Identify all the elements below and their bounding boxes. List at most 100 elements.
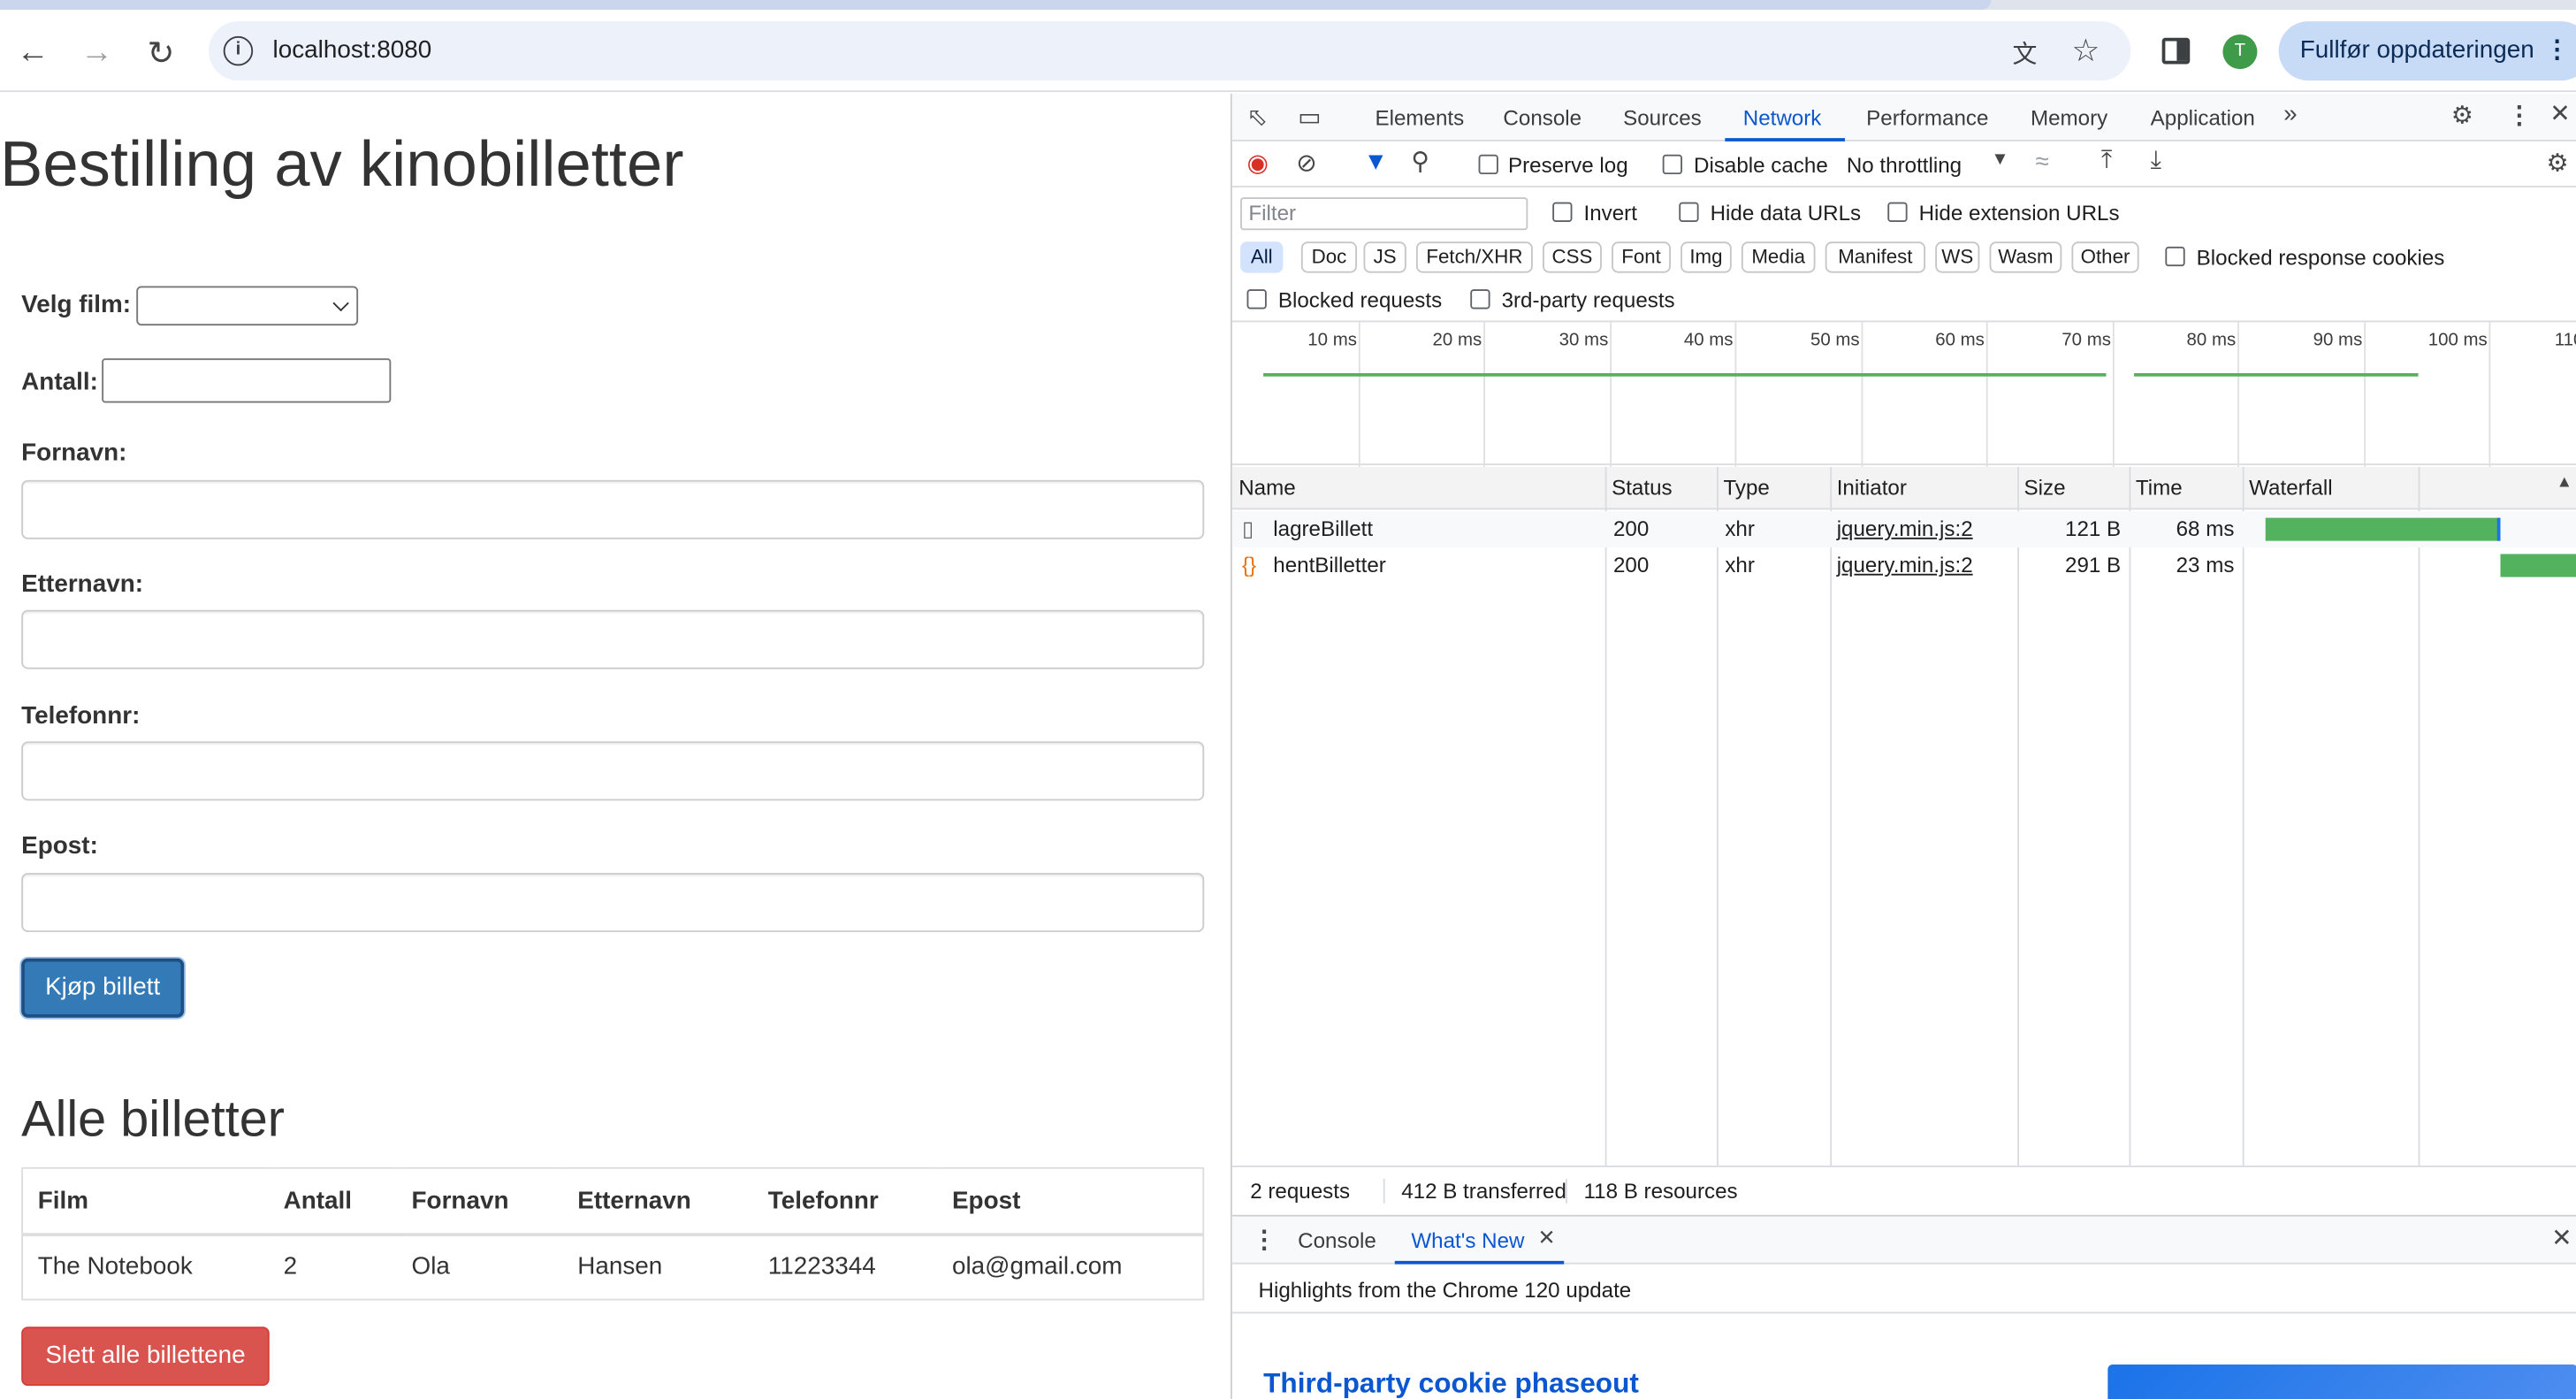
search-icon[interactable]: ⚲ [1411,146,1429,176]
type-filter-manifest[interactable]: Manifest [1825,241,1926,273]
waterfall-bar [2500,554,2576,577]
browser-toolbar: ← → ↻ i localhost:8080 文 ☆ T Fullfør opp… [0,10,2576,93]
site-info-icon[interactable]: i [223,35,254,66]
column-status[interactable]: Status [1604,466,1718,510]
third-party-requests-label: 3rd-party requests [1501,287,1675,313]
type-filter-js[interactable]: JS [1363,241,1406,273]
type-filter-ws[interactable]: WS [1935,241,1980,273]
type-filter-all[interactable]: All [1240,241,1284,273]
type-filter-media[interactable]: Media [1741,241,1816,273]
translate-icon[interactable]: 文 [2013,36,2038,71]
invert-label: Invert [1583,200,1637,226]
table-row[interactable]: {} hentBilletter 200 xhr jquery.min.js:2… [1232,547,2576,584]
type-filter-other[interactable]: Other [2071,241,2139,273]
forward-icon[interactable]: → [75,31,118,73]
tab-performance[interactable]: Performance [1866,105,1988,130]
film-select[interactable] [136,286,359,326]
drawer-menu-icon[interactable]: ⋮ [1252,1225,1277,1255]
type-filter-wasm[interactable]: Wasm [1989,241,2062,273]
url-text[interactable]: localhost:8080 [272,36,431,65]
tab-memory[interactable]: Memory [2031,105,2107,130]
network-conditions-icon[interactable]: ≈ [2036,148,2049,176]
hide-extension-urls-checkbox[interactable] [1887,202,1908,222]
transferred-size: 412 B transferred [1383,1178,1566,1204]
drawer-tab-whats-new[interactable]: What's New [1411,1228,1524,1253]
table-row[interactable]: ▯ lagreBillett 200 xhr jquery.min.js:2 1… [1231,511,2576,548]
inspect-element-icon[interactable]: ⬁ [1247,102,1268,132]
side-panel-icon[interactable] [2161,37,2191,65]
reload-icon[interactable]: ↻ [140,31,182,73]
device-toolbar-icon[interactable]: ▭ [1298,102,1321,132]
epost-label: Epost: [21,831,98,860]
column-initiator[interactable]: Initiator [1830,466,2018,510]
devtools-menu-icon[interactable]: ⋮ [2507,100,2532,130]
throttling-select[interactable]: No throttling [1847,153,1962,178]
close-tab-icon[interactable]: ✕ [1537,1225,1555,1251]
chevron-down-icon[interactable]: ▼ [1991,149,2008,169]
etternavn-input[interactable] [21,609,1205,669]
profile-avatar[interactable]: T [2222,34,2258,70]
update-button[interactable]: Fullfør oppdateringen ⋮ [2278,21,2576,81]
request-time: 68 ms [2176,516,2235,541]
blocked-requests-checkbox[interactable] [1246,289,1267,310]
request-size: 291 B [2065,552,2122,577]
blocked-response-cookies-checkbox[interactable] [2165,246,2185,267]
sort-ascending-icon[interactable]: ▲ [2557,473,2572,491]
network-settings-icon[interactable]: ⚙ [2547,148,2569,178]
buy-ticket-button[interactable]: Kjøp billett [21,958,185,1018]
disable-cache-checkbox[interactable] [1662,154,1683,175]
fornavn-input[interactable] [21,479,1205,539]
timeline-gridline [1861,322,1863,467]
table-cell: The Notebook [22,1234,269,1301]
type-filter-img[interactable]: Img [1680,241,1732,273]
type-filter-font[interactable]: Font [1612,241,1671,273]
antall-input[interactable] [102,358,392,403]
clear-icon[interactable]: ⊘ [1296,148,1316,178]
preserve-log-label: Preserve log [1508,152,1628,178]
more-menu-icon: ⋮ [2544,35,2570,65]
record-stop-icon[interactable]: ◉ [1247,148,1269,178]
more-tabs-icon[interactable]: » [2283,100,2298,128]
timeline-tick-label: 100 ms [2427,330,2488,350]
bookmark-star-icon[interactable]: ☆ [2071,33,2100,71]
timeline-overview[interactable]: 10 ms 20 ms 30 ms 40 ms 50 ms 60 ms 70 m… [1231,320,2576,467]
close-devtools-icon[interactable]: ✕ [2549,99,2570,128]
column-type[interactable]: Type [1717,466,1831,510]
type-filter-fetch-xhr[interactable]: Fetch/XHR [1415,241,1533,273]
request-initiator-link[interactable]: jquery.min.js:2 [1837,547,1973,584]
column-name[interactable]: Name [1231,466,1605,510]
close-drawer-icon[interactable]: ✕ [2551,1223,2572,1253]
settings-gear-icon[interactable]: ⚙ [2451,100,2473,130]
request-name[interactable]: lagreBillett [1273,511,1373,547]
type-filter-css[interactable]: CSS [1543,241,1602,273]
drawer-tab-console[interactable]: Console [1298,1228,1376,1253]
column-size[interactable]: Size [2017,466,2130,510]
timeline-gridline [1985,322,1988,467]
column-waterfall[interactable]: Waterfall [2242,466,2576,510]
epost-input[interactable] [21,873,1205,933]
active-tab[interactable] [0,0,1992,11]
timeline-tick-label: 40 ms [1683,330,1734,350]
address-bar[interactable]: i localhost:8080 文 ☆ [209,21,2131,81]
tab-sources[interactable]: Sources [1623,105,1702,130]
column-time[interactable]: Time [2129,466,2243,510]
preserve-log-checkbox[interactable] [1478,154,1498,175]
third-party-requests-checkbox[interactable] [1470,289,1490,310]
delete-all-button[interactable]: Slett alle billettene [21,1326,270,1387]
filter-funnel-icon[interactable]: ▼ [1363,148,1388,176]
hide-data-urls-checkbox[interactable] [1679,202,1699,222]
request-name[interactable]: hentBilletter [1273,547,1386,584]
export-har-icon[interactable]: ⤓ [2151,146,2161,174]
back-icon[interactable]: ← [11,31,54,73]
tab-elements[interactable]: Elements [1375,105,1464,130]
tab-console[interactable]: Console [1503,105,1581,130]
invert-checkbox[interactable] [1552,202,1573,222]
tab-network[interactable]: Network [1743,105,1822,130]
request-initiator-link[interactable]: jquery.min.js:2 [1837,511,1973,547]
telefonnr-input[interactable] [21,741,1205,801]
tab-application[interactable]: Application [2151,105,2255,130]
type-filter-doc[interactable]: Doc [1300,241,1358,273]
filter-input[interactable]: Filter [1240,197,1528,231]
import-har-icon[interactable]: ⤒ [2101,146,2112,174]
article-link[interactable]: Third-party cookie phaseout [1263,1368,1639,1399]
